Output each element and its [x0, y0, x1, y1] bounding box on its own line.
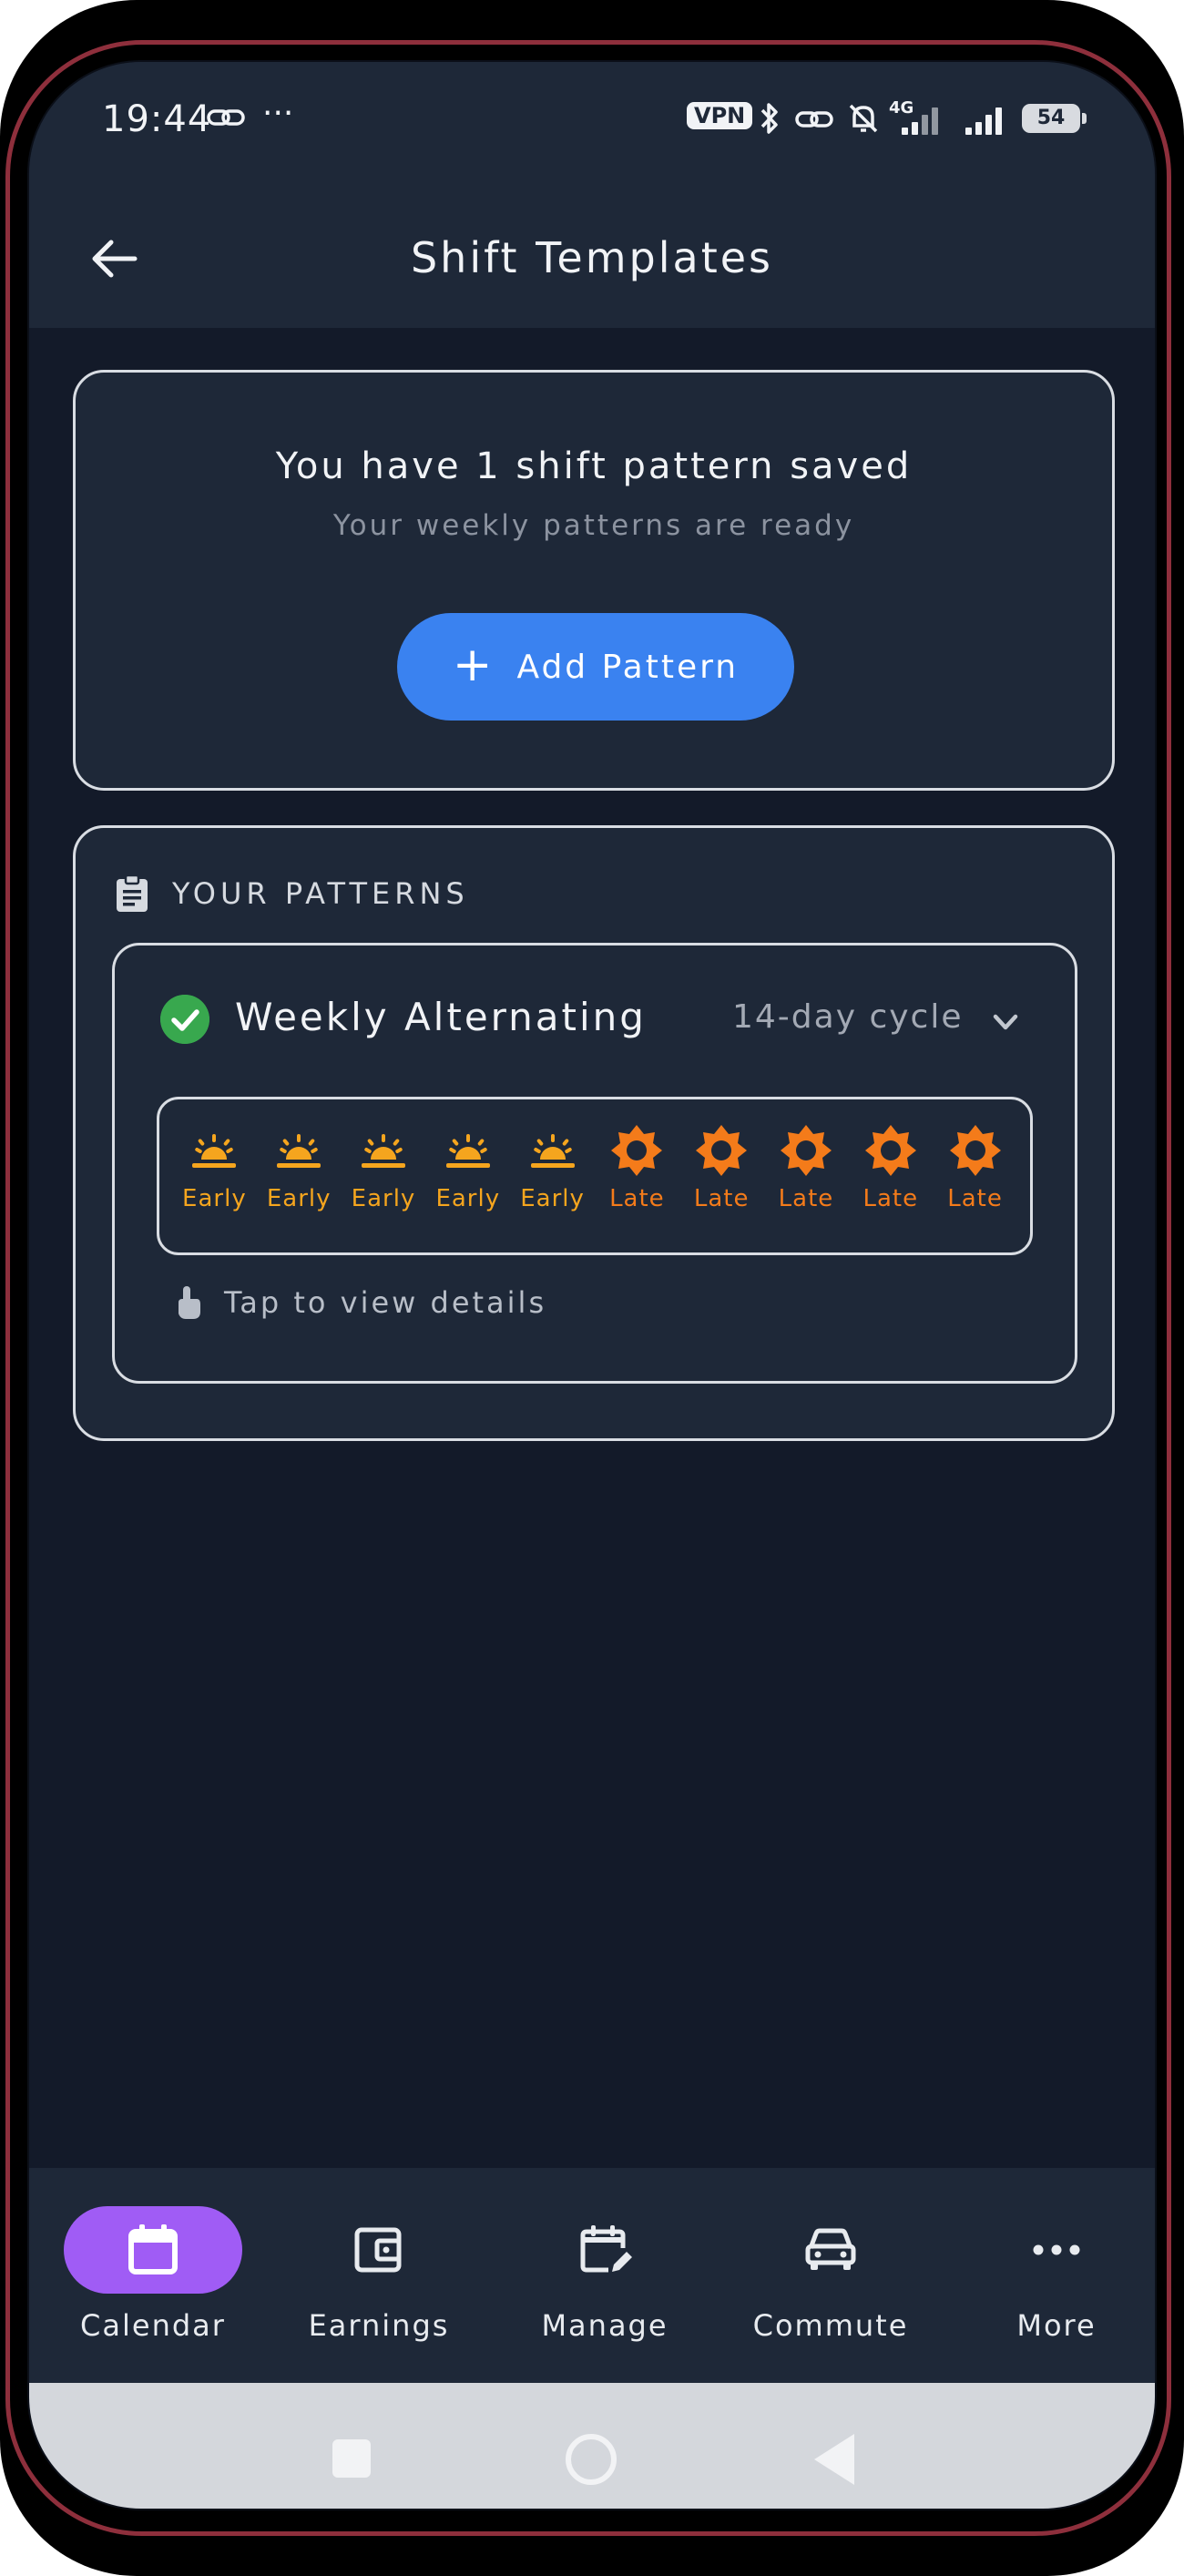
- nav-active-indicator: [64, 2206, 242, 2294]
- pattern-day: Early: [172, 1099, 256, 1252]
- sun-icon: [864, 1125, 916, 1176]
- nav-icon-holder: [741, 2206, 920, 2294]
- calendar-edit-icon: [580, 2225, 632, 2273]
- pattern-day: Early: [257, 1099, 341, 1252]
- pattern-name: Weekly Alternating: [235, 995, 647, 1039]
- nav-label: Commute: [752, 2308, 909, 2343]
- nav-label: More: [1016, 2308, 1097, 2343]
- recents-button[interactable]: [332, 2439, 371, 2478]
- plus-icon: +: [452, 638, 495, 692]
- nav-icon-holder: [967, 2206, 1146, 2294]
- vpn-badge: VPN: [687, 102, 753, 129]
- sunrise-icon: [277, 1134, 322, 1168]
- day-label: Early: [351, 1185, 416, 1212]
- touch-icon: [179, 1286, 200, 1319]
- day-label: Late: [947, 1185, 1003, 1212]
- clipboard-icon: [117, 874, 148, 912]
- sun-icon: [611, 1125, 663, 1176]
- nav-label: Calendar: [80, 2308, 226, 2343]
- pattern-day: Late: [849, 1099, 933, 1252]
- nav-calendar[interactable]: Calendar: [40, 2168, 266, 2383]
- bluetooth-icon: [760, 103, 778, 134]
- day-label: Early: [520, 1185, 585, 1212]
- system-back-button[interactable]: [814, 2434, 854, 2485]
- nav-commute[interactable]: Commute: [718, 2168, 944, 2383]
- pattern-day: Early: [426, 1099, 510, 1252]
- status-bar: 19:44 ··· VPN 4G 54: [29, 62, 1155, 189]
- sun-icon: [949, 1125, 1001, 1176]
- day-label: Late: [609, 1185, 665, 1212]
- sunrise-icon: [361, 1134, 405, 1168]
- summary-title: You have 1 shift pattern saved: [275, 445, 913, 487]
- status-more-dots: ···: [262, 95, 294, 132]
- pattern-days-strip: Early Early Early Early Early Late Late …: [157, 1097, 1033, 1255]
- chevron-down-icon[interactable]: [987, 1004, 1024, 1040]
- status-time: 19:44: [102, 98, 212, 140]
- day-label: Late: [862, 1185, 919, 1212]
- day-label: Early: [435, 1185, 501, 1212]
- day-label: Early: [266, 1185, 332, 1212]
- car-icon: [805, 2228, 856, 2270]
- pattern-day: Late: [595, 1099, 679, 1252]
- nav-icon-holder: [515, 2206, 694, 2294]
- pattern-cycle: 14-day cycle: [732, 998, 964, 1036]
- link-icon: [795, 111, 833, 128]
- home-button[interactable]: [566, 2434, 617, 2485]
- sunrise-icon: [445, 1134, 490, 1168]
- calendar-icon: [128, 2224, 178, 2274]
- summary-subtitle: Your weekly patterns are ready: [332, 509, 855, 542]
- patterns-card: YOUR PATTERNS Weekly Alternating 14-day …: [73, 825, 1115, 1441]
- bottom-navigation: Calendar Earnings Manage Commute More: [29, 2168, 1155, 2383]
- sunrise-icon: [192, 1134, 237, 1168]
- system-navigation-bar: [29, 2383, 1155, 2509]
- day-label: Early: [182, 1185, 247, 1212]
- app-bar: Shift Templates: [29, 189, 1155, 328]
- add-pattern-button[interactable]: + Add Pattern: [397, 613, 794, 721]
- sun-icon: [696, 1125, 748, 1176]
- battery-icon: 54: [1022, 104, 1087, 133]
- tap-hint-text: Tap to view details: [224, 1285, 547, 1320]
- tap-hint: Tap to view details: [173, 1284, 546, 1321]
- nav-label: Manage: [541, 2308, 669, 2343]
- check-circle-icon: [160, 995, 209, 1044]
- nav-manage[interactable]: Manage: [492, 2168, 718, 2383]
- patterns-section-header: YOUR PATTERNS: [114, 874, 469, 914]
- nav-more[interactable]: More: [944, 2168, 1155, 2383]
- pattern-day: Late: [679, 1099, 763, 1252]
- wallet-icon: [354, 2227, 402, 2273]
- summary-card: You have 1 shift pattern saved Your week…: [73, 370, 1115, 791]
- pattern-day: Early: [511, 1099, 595, 1252]
- nav-label: Earnings: [308, 2308, 450, 2343]
- more-horizontal-icon: [1033, 2244, 1080, 2255]
- link-icon: [207, 109, 245, 126]
- nav-icon-holder: [290, 2206, 468, 2294]
- pattern-day: Late: [934, 1099, 1017, 1252]
- day-label: Late: [693, 1185, 750, 1212]
- signal-strength-icon-2: [965, 104, 1002, 135]
- section-label: YOUR PATTERNS: [172, 876, 469, 911]
- nav-earnings[interactable]: Earnings: [266, 2168, 492, 2383]
- pattern-card[interactable]: Weekly Alternating 14-day cycle Early Ea…: [112, 943, 1077, 1384]
- bell-off-icon: [849, 104, 878, 133]
- page-title: Shift Templates: [410, 233, 774, 282]
- signal-strength-icon: [902, 104, 938, 135]
- sunrise-icon: [530, 1134, 575, 1168]
- day-label: Late: [778, 1185, 834, 1212]
- pattern-day: Early: [342, 1099, 425, 1252]
- pattern-day: Late: [764, 1099, 848, 1252]
- sun-icon: [780, 1125, 832, 1176]
- add-pattern-label: Add Pattern: [516, 648, 740, 686]
- phone-screen: 19:44 ··· VPN 4G 54 Shift Templates You …: [27, 60, 1157, 2510]
